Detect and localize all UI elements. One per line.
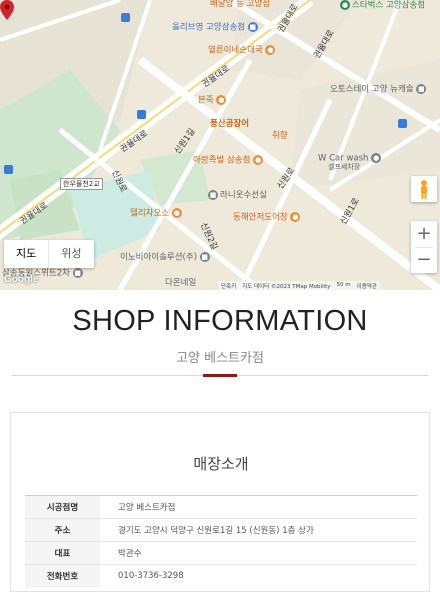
restaurant-icon: ● bbox=[171, 208, 182, 218]
poi-oliveyoung[interactable]: 올리브영 고양삼송점 ■ bbox=[172, 22, 260, 32]
google-map[interactable]: 배달양 동 고양점 올리브영 고양삼송점 ■ ● 스타벅스 고양삼송점 열른이네순… bbox=[0, 0, 440, 290]
map-data-credit: 지도 데이터 ©2023 TMap Mobility bbox=[242, 284, 331, 290]
restaurant-icon: ● bbox=[290, 212, 301, 222]
row-key: 시공점명 bbox=[25, 495, 100, 519]
row-key: 주소 bbox=[25, 518, 100, 542]
restaurant-icon: ● bbox=[253, 155, 264, 165]
poi-donghae[interactable]: 동해안저도어장 ● bbox=[233, 212, 302, 222]
zoom-out-button[interactable]: − bbox=[411, 247, 437, 273]
cafe-icon: ● bbox=[340, 0, 350, 10]
zoom-control: + − bbox=[411, 221, 437, 273]
page-title: SHOP INFORMATION bbox=[72, 305, 368, 337]
shopping-bag-icon: ■ bbox=[247, 22, 258, 32]
poi-deli[interactable]: 델리자오소 ● bbox=[130, 208, 184, 218]
table-row: 대표 박관수 bbox=[25, 541, 417, 565]
poi-bonjuk[interactable]: 본죽 ● bbox=[198, 95, 228, 105]
row-value: 박관수 bbox=[118, 549, 142, 559]
row-key: 전화번호 bbox=[25, 564, 100, 588]
pegman-icon bbox=[421, 180, 427, 199]
zoom-divider bbox=[415, 247, 433, 248]
map-type-satellite-button[interactable]: 위성 bbox=[48, 240, 93, 268]
zoom-in-button[interactable]: + bbox=[411, 221, 437, 247]
street-view-pegman[interactable] bbox=[411, 176, 437, 202]
poi-daon[interactable]: 다온네일 bbox=[165, 279, 196, 288]
keyboard-shortcuts-link[interactable]: 단축키 bbox=[221, 282, 236, 290]
google-logo[interactable]: Google bbox=[4, 274, 38, 285]
map-type-map-button[interactable]: 지도 bbox=[4, 240, 48, 268]
poi-jokbal[interactable]: 아랑족발 삼송점 ● bbox=[193, 155, 265, 165]
table-row: 전화번호 010-3736-3298 bbox=[25, 564, 417, 588]
poi-chwihyang[interactable]: 취향 bbox=[272, 132, 288, 141]
poi-selfwash[interactable]: 셀프세차장 bbox=[328, 164, 360, 171]
building-icon: ■ bbox=[199, 252, 210, 262]
map-type-control: 지도 위성 bbox=[4, 240, 94, 268]
shop-icon: ■ bbox=[208, 190, 218, 200]
poi-suseon[interactable]: ■ 라니옷수선실 bbox=[208, 190, 267, 200]
restaurant-icon: ● bbox=[216, 95, 227, 105]
poi-starbucks[interactable]: ● 스타벅스 고양삼송점 bbox=[340, 0, 425, 10]
terms-link[interactable]: 이용약관 bbox=[357, 282, 377, 290]
row-value[interactable]: 010-3736-3298 bbox=[100, 565, 417, 588]
store-info-card: 매장소개 시공점명 고양 베스트카점 주소 경기도 고양시 덕양구 신원로1길 … bbox=[10, 412, 430, 592]
car-wash-icon: ● bbox=[371, 153, 382, 163]
apartment-icon: ■ bbox=[72, 268, 83, 278]
poi-innovia[interactable]: 이노비아이솔루션(주) ■ bbox=[120, 252, 212, 262]
table-row: 주소 경기도 고양시 덕양구 신원로1길 15 (신원동) 1층 상가 bbox=[25, 518, 417, 542]
shop-subtitle: 고양 베스트카점 bbox=[176, 351, 264, 366]
map-attribution: 단축키 지도 데이터 ©2023 TMap Mobility 50 m 이용약관 bbox=[218, 281, 380, 290]
divider-accent bbox=[203, 374, 237, 377]
bridge-label: 한우물천2교 bbox=[60, 178, 103, 190]
scale-bar[interactable]: 50 m bbox=[337, 282, 351, 290]
poi-autostay[interactable]: 오토스테이 고양 뉴캐슬 ■ bbox=[330, 84, 428, 94]
store-info-table: 시공점명 고양 베스트카점 주소 경기도 고양시 덕양구 신원로1길 15 (신… bbox=[25, 495, 417, 588]
section-title: 매장소개 bbox=[193, 455, 249, 473]
poi-gomjangeo[interactable]: 풍산곰장어 bbox=[210, 120, 249, 129]
table-row: 시공점명 고양 베스트카점 bbox=[25, 495, 417, 519]
poi-top-clip[interactable]: 배달양 동 고양점 bbox=[210, 0, 270, 9]
poi-soondae[interactable]: 열른이네순대국 ● bbox=[208, 45, 277, 55]
poi-wcarwash[interactable]: W Car wash ● bbox=[318, 153, 383, 163]
restaurant-icon: ● bbox=[265, 45, 276, 55]
row-value: 경기도 고양시 덕양구 신원로1길 15 (신원동) 1층 상가 bbox=[118, 526, 314, 536]
car-icon: ■ bbox=[416, 84, 427, 94]
location-pin-icon[interactable] bbox=[0, 0, 14, 20]
row-value: 고양 베스트카점 bbox=[118, 503, 176, 513]
row-key: 대표 bbox=[25, 541, 100, 565]
